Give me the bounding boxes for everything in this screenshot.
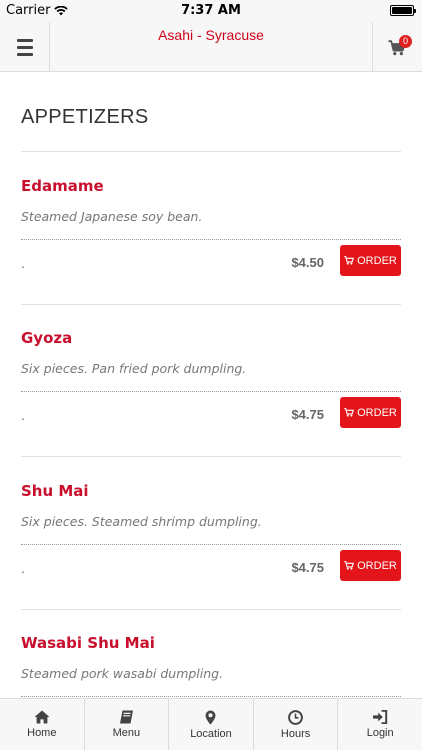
item-name[interactable]: Wasabi Shu Mai [21,634,155,652]
cart-icon [344,408,355,417]
item-option-mark: . [21,409,25,423]
hamburger-icon-bar [16,45,33,49]
item-description: Steamed Japanese soy bean. [21,209,203,224]
item-option-mark: . [21,257,25,271]
order-button[interactable]: ORDER [340,397,401,428]
item-name[interactable]: Gyoza [21,329,72,347]
clock-icon [288,709,303,725]
cart-count-badge: 0 [399,35,412,48]
tab-label: Login [366,727,394,739]
tab-label: Location [190,727,232,740]
tab-login[interactable]: Login [338,699,422,750]
book-icon [119,710,133,724]
cart-icon [344,256,355,265]
status-bar: Carrier 7:37 AM [0,0,422,22]
item-name[interactable]: Edamame [21,177,104,195]
tab-menu[interactable]: Menu [85,699,170,750]
item-name[interactable]: Shu Mai [21,482,89,500]
tab-location[interactable]: Location [169,699,254,750]
dotted-divider [21,239,401,240]
menu-item: Wasabi Shu Mai Steamed pork wasabi dumpl… [21,609,401,698]
hamburger-icon-bar [16,38,33,42]
home-icon [34,710,50,724]
tab-home[interactable]: Home [0,699,85,750]
item-description: Six pieces. Steamed shrimp dumpling. [21,514,262,529]
menu-button[interactable] [0,22,50,72]
tab-label: Home [27,727,57,739]
menu-item: Edamame Steamed Japanese soy bean. . $4.… [21,152,401,305]
tab-label: Hours [280,727,311,740]
order-button[interactable]: ORDER [340,245,401,276]
dotted-divider [21,544,401,545]
item-price: $4.75 [291,407,324,422]
tab-hours[interactable]: Hours [254,699,339,750]
order-button[interactable]: ORDER [340,550,401,581]
item-price: $4.75 [291,560,324,575]
dotted-divider [21,696,401,697]
sign-in-icon [373,710,388,724]
menu-item: Gyoza Six pieces. Pan fried pork dumplin… [21,304,401,457]
item-description: Six pieces. Pan fried pork dumpling. [21,361,247,376]
hamburger-icon-bar [16,52,33,56]
map-marker-icon [205,710,216,724]
tab-label: Menu [112,727,141,739]
cart-icon [344,561,355,570]
order-button-label: ORDER [357,406,397,419]
restaurant-title: Asahi - Syracuse [158,27,264,43]
status-time: 7:37 AM [181,3,241,18]
menu-item: Shu Mai Six pieces. Steamed shrimp dumpl… [21,457,401,610]
battery-icon [390,5,416,16]
menu-content: APPETIZERS Edamame Steamed Japanese soy … [0,73,422,698]
order-button-label: ORDER [357,254,397,267]
order-button-label: ORDER [357,559,397,572]
app-header: Asahi - Syracuse 0 [0,22,422,72]
item-price: $4.50 [291,255,324,270]
section-title: APPETIZERS [21,106,149,128]
cart-button[interactable]: 0 [372,22,422,72]
item-option-mark: . [21,562,25,576]
item-description: Steamed pork wasabi dumpling. [21,666,224,681]
bottom-tab-bar: Home Menu Location Hours Login [0,698,422,750]
dotted-divider [21,391,401,392]
